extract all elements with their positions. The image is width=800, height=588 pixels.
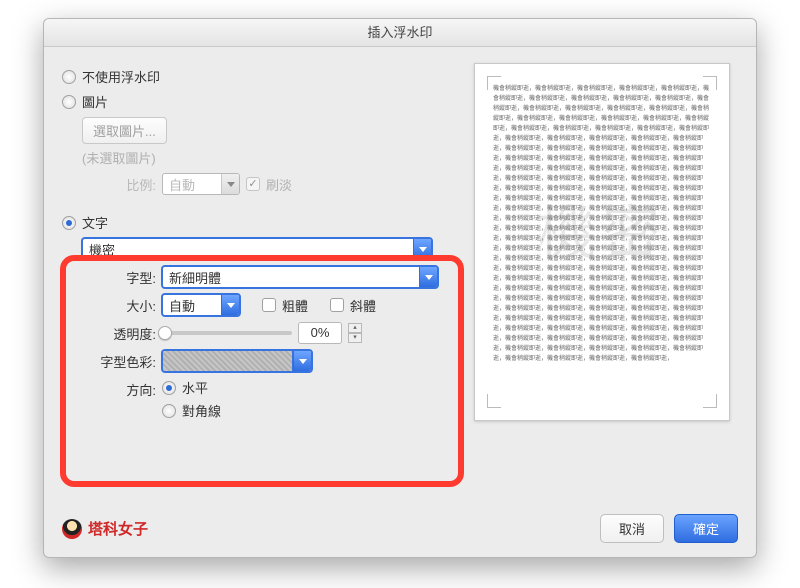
color-label: 字型色彩: (100, 352, 156, 371)
option-text[interactable]: 文字 (62, 213, 452, 232)
washout-label: 刷淡 (266, 175, 292, 194)
color-select[interactable] (162, 350, 312, 372)
bold-checkbox[interactable] (262, 298, 276, 312)
opacity-value[interactable]: 0% (298, 322, 342, 344)
preview-body-text: 機會稍縱即逝，機會稍縱即逝，機會稍縱即逝，機會稍縱即逝，機會稍縱即逝，機會稍縱即… (493, 84, 711, 364)
options-panel: 不使用浮水印 圖片 選取圖片... (未選取圖片) 比例: 自動 刷淡 (62, 63, 452, 426)
size-select[interactable]: 自動 (162, 294, 240, 316)
page-preview: 機密 機會稍縱即逝，機會稍縱即逝，機會稍縱即逝，機會稍縱即逝，機會稍縱即逝，機會… (474, 63, 730, 421)
direction-group: 水平 對角線 (162, 378, 221, 420)
bold-label: 粗體 (282, 296, 308, 315)
color-swatch (163, 351, 293, 371)
watermark-dialog: 插入浮水印 不使用浮水印 圖片 選取圖片... (未選取圖片) 比例: 自動 (43, 18, 757, 558)
opacity-slider[interactable] (162, 331, 292, 335)
cancel-button[interactable]: 取消 (600, 514, 664, 543)
dialog-footer: 塔科女子 取消 確定 (62, 514, 738, 543)
picture-status: (未選取圖片) (82, 148, 452, 167)
preview-panel: 機密 機會稍縱即逝，機會稍縱即逝，機會稍縱即逝，機會稍縱即逝，機會稍縱即逝，機會… (466, 63, 738, 426)
choose-picture-button[interactable]: 選取圖片... (82, 117, 167, 144)
brand-badge: 塔科女子 (62, 518, 148, 539)
font-label: 字型: (100, 268, 156, 287)
option-text-label: 文字 (82, 213, 108, 232)
chevron-down-icon (293, 351, 311, 371)
radio-icon (162, 381, 176, 395)
slider-thumb[interactable] (158, 326, 172, 340)
chevron-down-icon (419, 267, 437, 287)
direction-diagonal[interactable]: 對角線 (162, 401, 221, 420)
chevron-down-icon (413, 239, 431, 259)
brand-icon (62, 519, 82, 539)
option-none[interactable]: 不使用浮水印 (62, 67, 452, 86)
dialog-content: 不使用浮水印 圖片 選取圖片... (未選取圖片) 比例: 自動 刷淡 (44, 47, 756, 436)
size-label: 大小: (100, 296, 156, 315)
crop-mark-icon (487, 394, 501, 408)
chevron-down-icon (221, 174, 239, 194)
footer-buttons: 取消 確定 (600, 514, 738, 543)
ok-button[interactable]: 確定 (674, 514, 738, 543)
option-picture-label: 圖片 (82, 92, 108, 111)
radio-icon (62, 216, 76, 230)
chevron-down-icon (221, 295, 239, 315)
opacity-label: 透明度: (100, 324, 156, 343)
scale-label: 比例: (100, 175, 156, 194)
radio-icon (162, 404, 176, 418)
direction-label: 方向: (100, 378, 156, 399)
radio-icon (62, 95, 76, 109)
option-picture[interactable]: 圖片 (62, 92, 452, 111)
washout-checkbox[interactable] (246, 177, 260, 191)
scale-select[interactable]: 自動 (162, 173, 240, 195)
crop-mark-icon (703, 394, 717, 408)
watermark-text-select[interactable]: 機密 (82, 238, 432, 260)
brand-text: 塔科女子 (88, 518, 148, 539)
option-none-label: 不使用浮水印 (82, 67, 160, 86)
radio-icon (62, 70, 76, 84)
italic-checkbox[interactable] (330, 298, 344, 312)
step-down-icon: ▾ (348, 333, 362, 343)
step-up-icon: ▴ (348, 323, 362, 333)
dialog-title: 插入浮水印 (44, 19, 756, 47)
italic-label: 斜體 (350, 296, 376, 315)
font-select[interactable]: 新細明體 (162, 266, 438, 288)
opacity-stepper[interactable]: ▴ ▾ (348, 323, 362, 343)
direction-horizontal[interactable]: 水平 (162, 378, 221, 397)
